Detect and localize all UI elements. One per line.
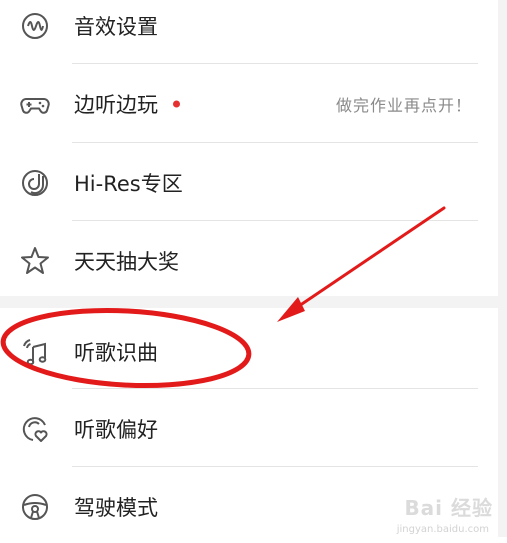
divider xyxy=(72,388,478,389)
menu-item-label: 天天抽大奖 xyxy=(74,250,179,274)
menu-item-label: 听歌识曲 xyxy=(74,341,158,365)
menu-item-label: 驾驶模式 xyxy=(74,496,158,520)
divider xyxy=(72,220,478,221)
menu-item-label: Hi-Res专区 xyxy=(74,172,183,196)
star-icon xyxy=(19,245,51,277)
menu-item-sound-settings[interactable]: 音效设置 xyxy=(0,0,498,62)
hi-res-icon xyxy=(19,167,51,199)
menu-item-hi-res[interactable]: Hi-Res专区 xyxy=(0,147,498,219)
section-separator xyxy=(0,296,498,308)
divider xyxy=(72,63,478,64)
menu-item-listen-and-play[interactable]: 边听边玩 做完作业再点开！ xyxy=(0,68,498,140)
gamepad-icon xyxy=(19,88,51,120)
scrollbar-track xyxy=(498,0,507,537)
sound-wave-icon xyxy=(19,10,51,42)
steering-wheel-icon xyxy=(19,491,51,523)
menu-item-music-recognition[interactable]: 听歌识曲 xyxy=(0,316,498,388)
menu-item-label: 听歌偏好 xyxy=(74,418,158,442)
menu-item-listening-preference[interactable]: 听歌偏好 xyxy=(0,393,498,465)
menu-item-daily-lottery[interactable]: 天天抽大奖 xyxy=(0,225,498,297)
preference-heart-icon xyxy=(19,413,51,445)
menu-item-label: 边听边玩 xyxy=(74,93,158,117)
divider xyxy=(72,466,478,467)
menu-item-hint: 做完作业再点开！ xyxy=(335,96,472,115)
baidu-watermark: Bai 经验 xyxy=(404,496,493,520)
music-recognition-icon xyxy=(19,336,51,368)
notification-dot xyxy=(173,100,180,108)
menu-item-label: 音效设置 xyxy=(74,15,158,39)
baidu-watermark-url: jingyan.baidu.com xyxy=(396,524,489,535)
divider xyxy=(72,142,478,143)
